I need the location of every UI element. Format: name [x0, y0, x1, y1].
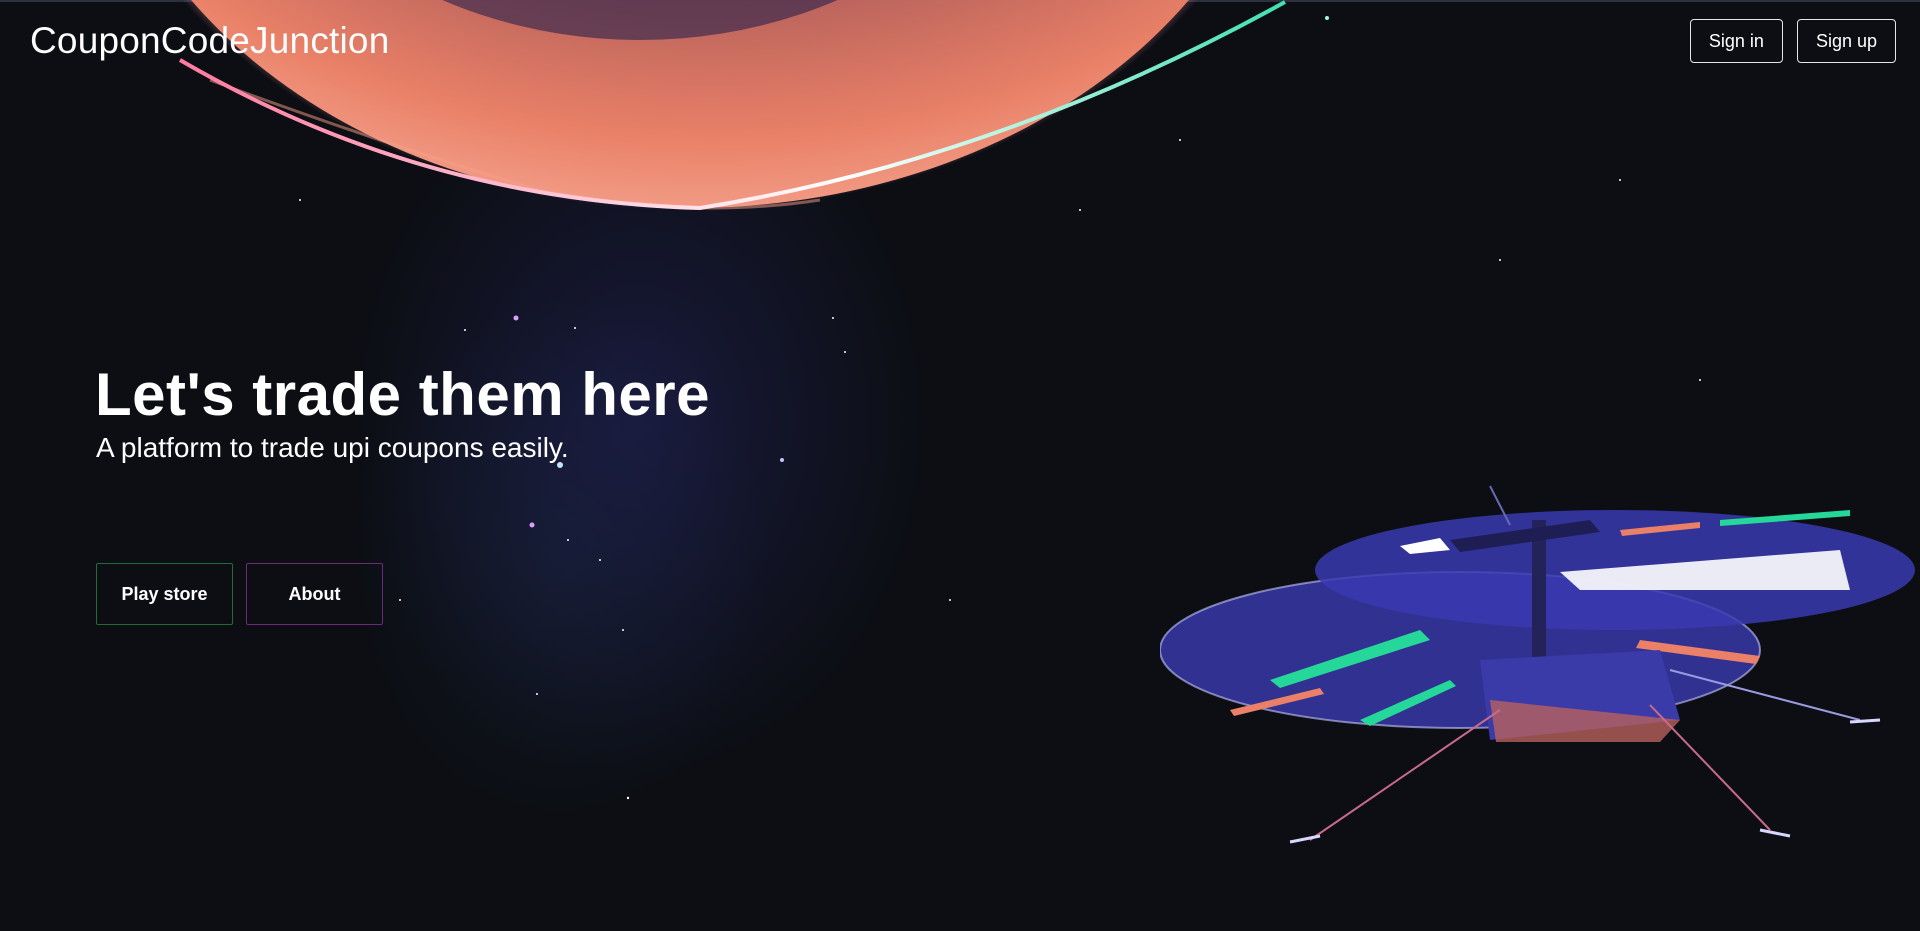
about-button[interactable]: About [246, 563, 383, 625]
sign-up-button[interactable]: Sign up [1796, 19, 1896, 63]
hero-title: Let's trade them here [95, 361, 710, 428]
helicopter-illustration [1160, 485, 1915, 844]
hero-subtitle: A platform to trade upi coupons easily. [96, 432, 569, 463]
landing-page: CouponCodeJunction Sign in Sign up Let's… [0, 0, 1920, 931]
hero-actions: Play store About [96, 563, 383, 625]
sign-in-button[interactable]: Sign in [1689, 19, 1783, 63]
auth-buttons: Sign in Sign up [1689, 19, 1896, 63]
play-store-button[interactable]: Play store [96, 563, 233, 625]
brand-logo-text[interactable]: CouponCodeJunction [30, 20, 389, 62]
